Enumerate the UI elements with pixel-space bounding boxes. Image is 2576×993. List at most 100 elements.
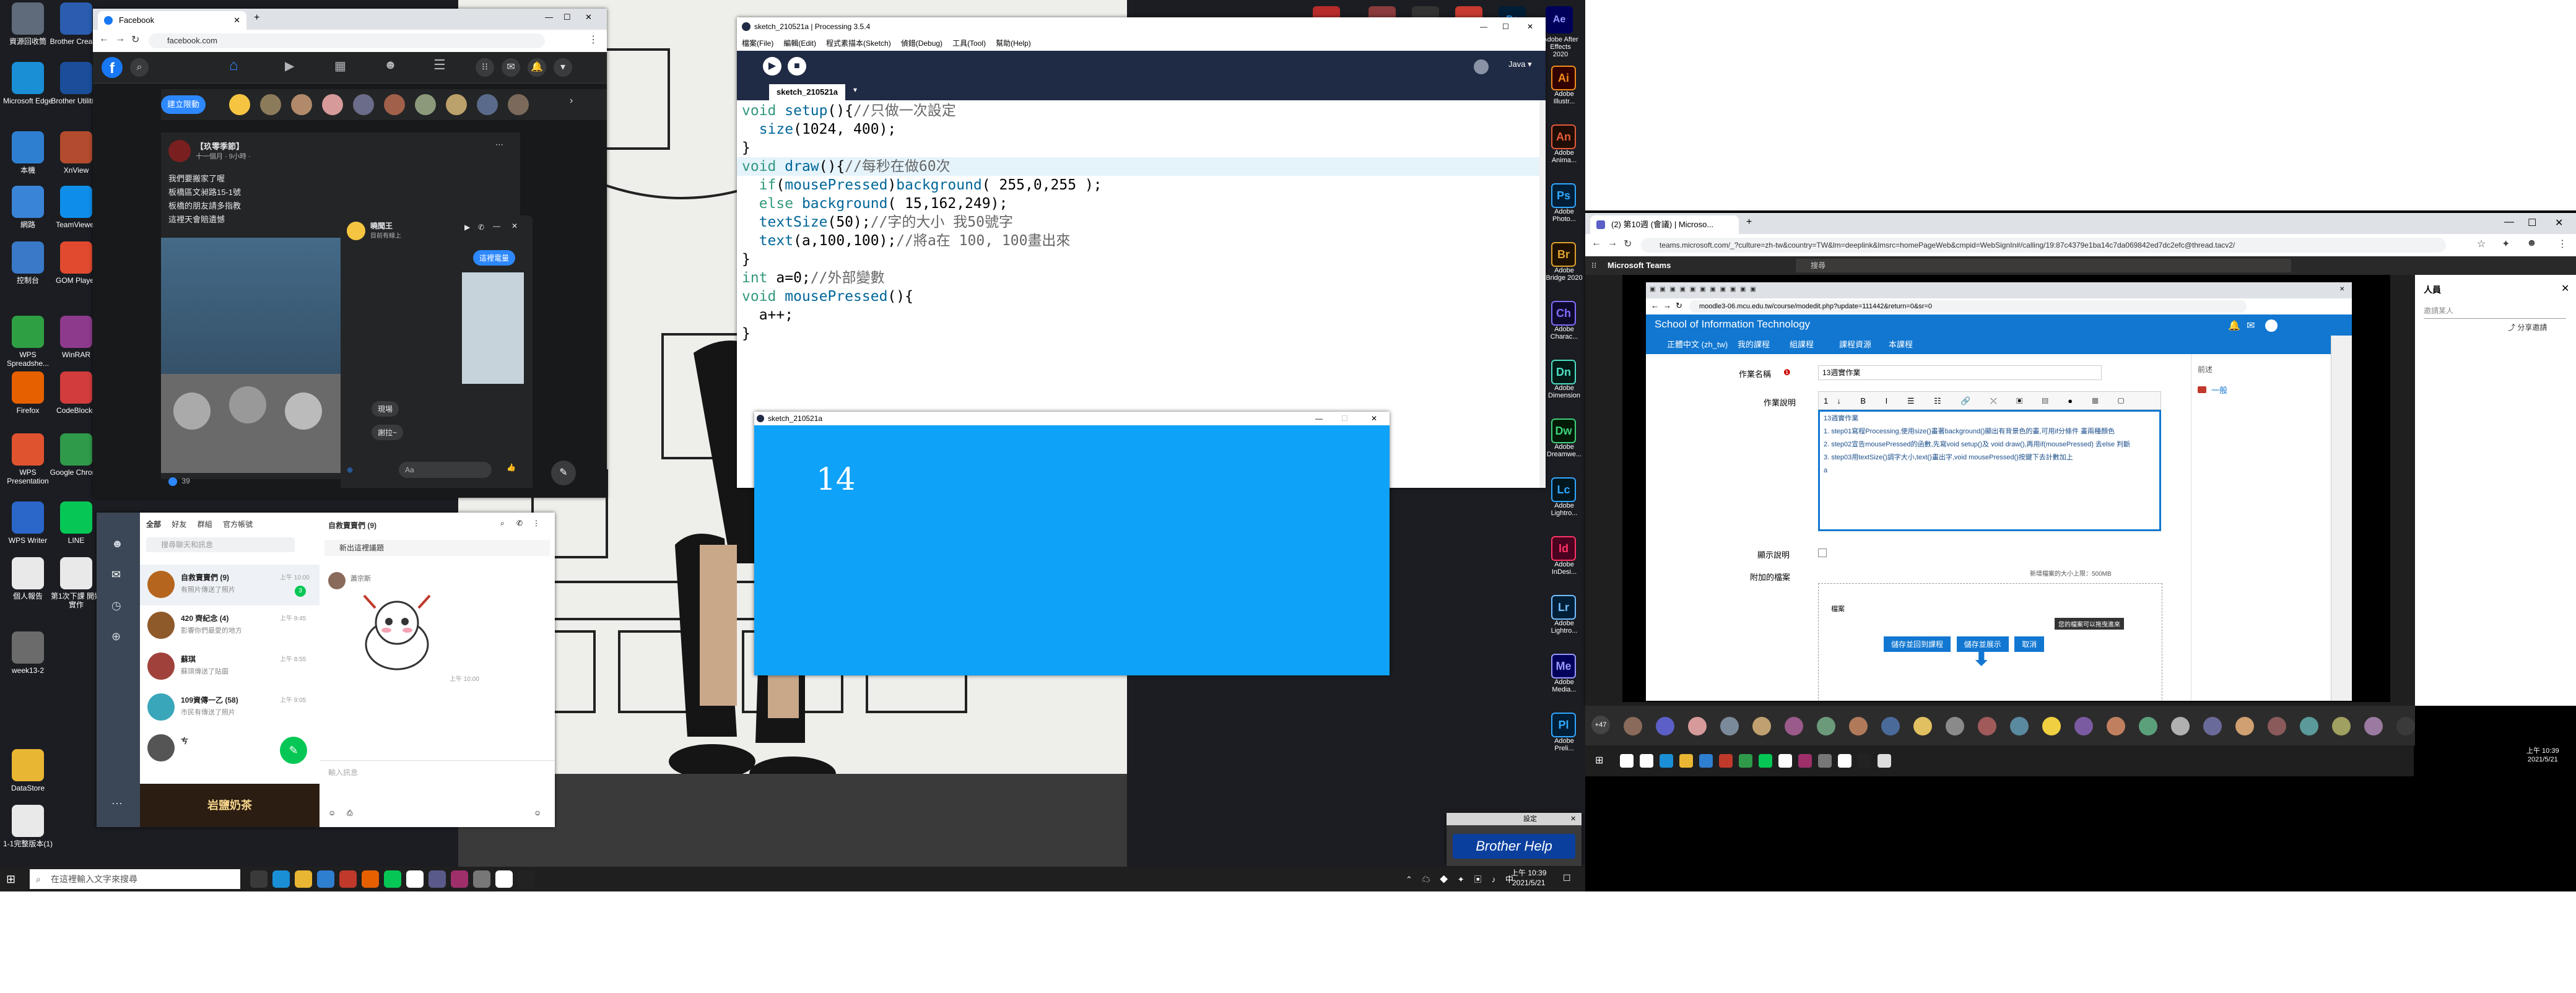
shared-taskbar-app-icon[interactable] (1778, 754, 1792, 768)
window-close-icon[interactable]: ✕ (2555, 217, 2563, 229)
story-avatar[interactable] (229, 94, 250, 115)
taskbar-app-icon[interactable] (295, 870, 312, 888)
adobe-app-icon[interactable]: Ch (1551, 301, 1576, 326)
taskbar-app-icon[interactable] (339, 870, 357, 888)
chat-add-icon[interactable]: ⊕ (347, 466, 353, 474)
shared-taskbar-app-icon[interactable] (1759, 754, 1772, 768)
desktop-top-icon-6[interactable]: Ae (1546, 6, 1573, 33)
chat-message-button[interactable]: 這裡電量 (473, 250, 516, 266)
dock-participant-avatar[interactable] (1946, 717, 1964, 735)
minimize-chat-icon[interactable]: — (493, 222, 500, 230)
dock-participant-avatar[interactable] (2010, 717, 2029, 735)
menu-dots-icon[interactable]: ⋮ (533, 519, 540, 527)
line-chat-row[interactable]: 420 齊紀念 (4) 影響你們最愛的地方 上午 9:45 (140, 605, 320, 646)
tab-dropdown-icon[interactable]: ▾ (853, 85, 857, 94)
star-icon[interactable]: ☆ (2477, 238, 2486, 250)
dock-participant-avatar[interactable] (2107, 717, 2125, 735)
dock-participant-avatar[interactable] (2235, 717, 2254, 735)
desktop-icon[interactable]: Microsoft Edge (0, 62, 56, 105)
messenger-icon[interactable]: ✉ (502, 58, 520, 77)
desktop-icon[interactable]: WPS Spreadshe... (0, 316, 56, 368)
phone-icon[interactable]: ✆ (516, 519, 523, 527)
close-panel-icon[interactable]: ✕ (2561, 282, 2569, 295)
attach-icon[interactable]: ⎙ (347, 809, 353, 818)
desktop-icon[interactable]: Firefox (0, 371, 56, 415)
shared-taskbar-app-icon[interactable] (1739, 754, 1752, 768)
dock-participant-avatar[interactable] (1720, 717, 1739, 735)
line-ad-banner[interactable]: 岩鹽奶茶 (140, 784, 320, 827)
tray-icons[interactable]: ⌃ ☁ ◆ ✦ ▣ ♪ 中 (1406, 873, 1517, 885)
adobe-app-icon[interactable]: An (1551, 124, 1576, 149)
chat-input[interactable]: Aa (399, 462, 492, 478)
share-invite-button[interactable]: ⤴ 分享邀請 (2508, 322, 2547, 332)
teams-tab[interactable]: (2) 第10週 (會議) | Microso... (1590, 215, 1739, 234)
cancel-button[interactable]: 取消 (2014, 636, 2045, 652)
desktop-icon[interactable]: 控制台 (0, 241, 56, 285)
dock-participant-avatar[interactable] (1978, 717, 1996, 735)
story-avatar[interactable] (446, 94, 467, 115)
dock-participant-avatar[interactable] (2139, 717, 2157, 735)
close-icon[interactable]: ✕ (233, 11, 240, 30)
maximize-icon[interactable]: ☐ (1341, 412, 1348, 425)
close-chat-icon[interactable]: ✕ (511, 222, 518, 230)
shared-taskbar-app-icon[interactable] (1679, 754, 1693, 768)
message-input[interactable]: 輸入訊息 (320, 760, 555, 797)
extension-icon[interactable]: ✦ (2502, 238, 2510, 250)
taskbar-app-icon[interactable] (518, 870, 535, 888)
brother-help-button[interactable]: Brother Help (1453, 834, 1575, 859)
post-photo[interactable] (161, 238, 341, 473)
teams-url[interactable]: teams.microsoft.com/_?culture=zh-tw&coun… (1641, 238, 2446, 253)
moodle-menu-item[interactable]: 組課程 (1790, 336, 1814, 354)
tab-groups[interactable]: 群組 (198, 520, 212, 529)
shared-taskbar-app-icon[interactable] (1719, 754, 1733, 768)
dock-participant-avatar[interactable] (1624, 717, 1642, 735)
story-avatar[interactable] (291, 94, 312, 115)
dock-participant-avatar[interactable] (2171, 717, 2190, 735)
account-icon[interactable]: ▾ (554, 58, 572, 77)
story-avatar[interactable] (384, 94, 405, 115)
annotation-toolbar[interactable] (2331, 336, 2352, 701)
ide-menu-item[interactable]: 幫助(Help) (996, 39, 1031, 48)
emoji-icon[interactable]: ☺ (534, 809, 541, 817)
adobe-app-icon[interactable]: Dn (1551, 360, 1576, 384)
desktop-icon[interactable]: 1-1完整版本(1) (0, 805, 56, 848)
window-close-icon[interactable]: ✕ (585, 12, 592, 22)
back-icon[interactable]: ← (1591, 238, 1601, 249)
story-avatar[interactable] (415, 94, 436, 115)
tab-all[interactable]: 全部 (146, 520, 161, 529)
add-friend-icon[interactable]: ⊕ (111, 630, 121, 643)
story-avatar[interactable] (260, 94, 281, 115)
line-compose-icon[interactable]: ✎ (280, 737, 307, 764)
story-avatar[interactable] (322, 94, 343, 115)
menu-dots-icon[interactable]: ⋮ (2557, 238, 2567, 250)
line-search-input[interactable]: 搜尋聊天和訊息 (146, 537, 295, 552)
shared-taskbar-app-icon[interactable] (1818, 754, 1832, 768)
dock-participant-avatar[interactable] (1656, 717, 1674, 735)
shared-taskbar-app-icon[interactable] (1660, 754, 1673, 768)
dock-participant-avatar[interactable] (1688, 717, 1707, 735)
window-close-icon[interactable]: ✕ (1527, 17, 1533, 36)
moodle-menu-item[interactable]: 本課程 (1889, 336, 1913, 354)
taskbar-app-icon[interactable] (384, 870, 401, 888)
stop-button[interactable]: ■ (788, 57, 806, 76)
tab-friends[interactable]: 好友 (172, 520, 186, 529)
name-input[interactable]: 13週實作業 (1818, 365, 2102, 380)
start-icon[interactable]: ⊞ (1595, 754, 1603, 766)
chat-image[interactable] (462, 272, 524, 384)
search-icon[interactable]: ⌕ (130, 58, 149, 77)
sketch-tab[interactable]: sketch_210521a (769, 84, 846, 100)
dock-participant-avatar[interactable] (2042, 717, 2061, 735)
apps-grid-icon[interactable]: ⁝⁝ (476, 58, 494, 77)
taskbar-app-icon[interactable] (429, 870, 446, 888)
dock-participant-avatar[interactable] (2364, 717, 2383, 735)
ide-menu-item[interactable]: 檔案(File) (742, 39, 773, 48)
messages-icon[interactable]: ✉ (2247, 319, 2255, 332)
like-count[interactable]: 39 (168, 477, 190, 486)
line-chat-row[interactable]: 109資傳一乙 (58) 市民有傳送了照片 上午 9:05 (140, 687, 320, 728)
maximize-icon[interactable]: ☐ (1502, 17, 1509, 36)
dock-participant-avatar[interactable] (2300, 717, 2318, 735)
user-menu[interactable] (2265, 319, 2278, 332)
adobe-app-icon[interactable]: Me (1551, 654, 1576, 679)
groups-icon[interactable]: ☻ (384, 58, 397, 72)
moodle-menu-item[interactable]: 正體中文 (zh_tw) (1667, 336, 1728, 354)
